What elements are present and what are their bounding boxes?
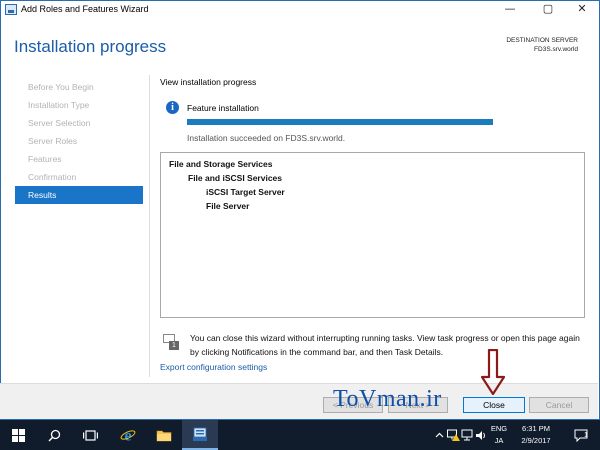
- close-window-button[interactable]: ✕: [565, 1, 599, 19]
- watermark-text: ToVman.ir: [333, 386, 442, 412]
- volume-button[interactable]: [474, 420, 488, 450]
- ethernet-button[interactable]: [460, 420, 474, 450]
- folder-icon: [156, 430, 172, 441]
- nav-divider: [149, 75, 150, 377]
- result-item: iSCSI Target Server: [206, 187, 285, 197]
- nav-item-server-selection[interactable]: Server Selection: [15, 114, 143, 132]
- clock-time[interactable]: 6:31 PM: [512, 424, 560, 433]
- installation-progress-bar: [187, 119, 493, 125]
- down-arrow-annotation-icon: [481, 349, 505, 395]
- svg-text:e: e: [124, 428, 131, 444]
- clock-date[interactable]: 2/9/2017: [512, 436, 560, 445]
- windows-logo-icon: [11, 428, 25, 442]
- server-manager-taskbar-icon: [193, 427, 207, 441]
- close-wizard-note: You can close this wizard without interr…: [190, 333, 580, 357]
- task-view-icon: [82, 429, 98, 441]
- result-item: File and Storage Services: [169, 159, 273, 169]
- installation-status: Installation succeeded on FD3S.srv.world…: [187, 133, 346, 143]
- nav-item-server-roles[interactable]: Server Roles: [15, 132, 143, 150]
- notification-count: 1: [584, 432, 588, 439]
- minimize-button[interactable]: —: [493, 1, 527, 19]
- export-configuration-link[interactable]: Export configuration settings: [160, 362, 267, 372]
- progress-fill: [187, 119, 493, 125]
- task-view-button[interactable]: [72, 420, 108, 450]
- search-button[interactable]: [36, 420, 72, 450]
- chevron-up-icon: [435, 432, 443, 438]
- result-item: File and iSCSI Services: [188, 173, 283, 183]
- nav-item-results[interactable]: Results: [15, 186, 143, 204]
- network-warning-button[interactable]: [446, 420, 460, 450]
- show-hidden-icons-button[interactable]: [432, 420, 446, 450]
- ethernet-icon: [461, 429, 473, 441]
- results-list[interactable]: File and Storage Services File and iSCSI…: [160, 152, 585, 318]
- internet-explorer-icon: e: [120, 428, 136, 444]
- server-manager-icon: [5, 4, 17, 15]
- close-button[interactable]: Close: [463, 397, 525, 413]
- destination-server-label: DESTINATION SERVER: [506, 37, 578, 44]
- taskbar: e ENG JA 6:31 PM 2/9/2017 1: [0, 420, 600, 450]
- result-item: File Server: [206, 201, 250, 211]
- maximize-button[interactable]: ▢: [531, 1, 565, 19]
- start-button[interactable]: [0, 420, 36, 450]
- destination-server-name: FD3S.srv.world: [534, 46, 578, 53]
- input-language-secondary[interactable]: JA: [489, 436, 509, 445]
- input-language-primary[interactable]: ENG: [489, 424, 509, 433]
- page-title: Installation progress: [14, 37, 167, 56]
- nav-item-before-you-begin[interactable]: Before You Begin: [15, 78, 143, 96]
- search-icon: [48, 429, 60, 441]
- wizard-nav: Before You Begin Installation Type Serve…: [15, 78, 143, 204]
- nav-item-installation-type[interactable]: Installation Type: [15, 96, 143, 114]
- server-manager-taskbar-button[interactable]: [182, 420, 218, 450]
- file-explorer-button[interactable]: [146, 420, 182, 450]
- action-center-button[interactable]: 1: [566, 420, 596, 450]
- title-bar[interactable]: Add Roles and Features Wizard — ▢ ✕: [1, 1, 599, 19]
- cancel-button[interactable]: Cancel: [529, 397, 589, 413]
- window-title: Add Roles and Features Wizard: [21, 4, 149, 14]
- internet-explorer-button[interactable]: e: [110, 420, 146, 450]
- notification-badge: 1: [169, 341, 179, 350]
- info-icon: i: [166, 101, 179, 114]
- speaker-icon: [476, 430, 485, 440]
- notification-flag-icon: 1: [163, 334, 179, 350]
- nav-item-confirmation[interactable]: Confirmation: [15, 168, 143, 186]
- nav-item-features[interactable]: Features: [15, 150, 143, 168]
- feature-installation-label: Feature installation: [187, 103, 259, 113]
- section-label: View installation progress: [160, 77, 257, 87]
- network-warning-icon: [446, 429, 460, 441]
